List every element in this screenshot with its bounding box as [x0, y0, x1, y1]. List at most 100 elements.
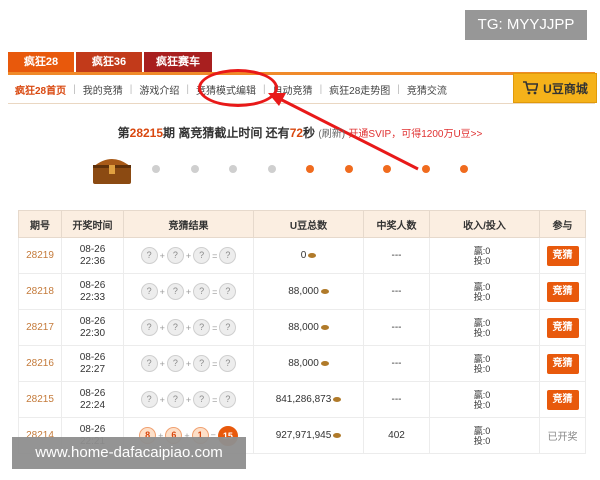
- current-period: 28215: [129, 126, 164, 140]
- guess-button[interactable]: 竞猜: [546, 245, 579, 266]
- total-value: 88,000: [288, 358, 319, 369]
- draw-clock: 22:27: [79, 363, 106, 375]
- progress-dot: [152, 165, 160, 173]
- period-cell: 28217: [18, 309, 62, 346]
- draw-clock: 22:24: [79, 399, 106, 411]
- period-cell: 28216: [18, 345, 62, 382]
- income-cell: 赢:0 投:0: [429, 309, 540, 346]
- progress-dot: [190, 165, 199, 173]
- winners-cell: ---: [363, 381, 430, 418]
- income-cell: 赢:0 投:0: [429, 273, 540, 310]
- income-cell: 赢:0 投:0: [429, 417, 540, 454]
- result-ball: ?: [140, 355, 158, 372]
- result-ball: ?: [140, 247, 158, 264]
- win-amount: 赢:0: [473, 353, 491, 364]
- countdown-unit: 秒: [303, 126, 316, 140]
- bet-amount: 投:0: [473, 327, 491, 338]
- draw-date: 08-26: [79, 279, 106, 291]
- operator: =: [212, 394, 218, 405]
- bet-amount: 投:0: [473, 291, 491, 302]
- draw-time-cell: 08-26 22:30: [61, 309, 124, 346]
- guess-button[interactable]: 竞猜: [546, 317, 579, 338]
- countdown-text: 期 离竞猜截止时间 还有: [163, 126, 290, 140]
- tg-watermark: TG: MYYJJPP: [465, 10, 587, 40]
- draw-date: 08-26: [79, 387, 106, 399]
- operator: +: [159, 250, 165, 261]
- svip-promo-link[interactable]: 开通SVIP，可得1200万U豆>>: [348, 129, 482, 140]
- treasure-chest-icon: [93, 159, 131, 184]
- refresh-link[interactable]: (刷新): [318, 129, 345, 140]
- table-row: 28219 08-26 22:36? +? +? =? 0 --- 赢:0 投:0 竞猜: [18, 237, 586, 274]
- coin-icon: [333, 396, 342, 402]
- progress-dot: [460, 165, 468, 173]
- draw-clock: 22:30: [79, 327, 106, 339]
- winners-cell: 402: [363, 417, 430, 454]
- draw-time-cell: 08-26 22:27: [61, 345, 124, 382]
- operator: +: [159, 286, 165, 297]
- operator: =: [212, 358, 218, 369]
- total-cell: 841,286,873: [253, 381, 364, 418]
- total-value: 0: [300, 250, 307, 261]
- total-value: 841,286,873: [275, 394, 332, 405]
- action-cell: 竞猜: [539, 345, 586, 382]
- guess-button[interactable]: 竞猜: [546, 281, 579, 302]
- progress-dot: [421, 165, 430, 173]
- action-cell: 已开奖: [539, 417, 586, 454]
- total-cell: 927,971,945: [253, 417, 364, 454]
- operator: +: [185, 322, 192, 333]
- income-cell: 赢:0 投:0: [429, 345, 540, 382]
- countdown-line: 第28215期 离竞猜截止时间 还有72秒 (刷新) 开通SVIP，可得1200…: [0, 124, 600, 141]
- drawn-status: 已开奖: [547, 432, 578, 443]
- draw-time-cell: 08-26 22:33: [61, 273, 124, 310]
- guess-table: 期号 开奖时间 竞猜结果 U豆总数 中奖人数 收入/投入 参与 28219 08-…: [18, 210, 586, 454]
- countdown-prefix: 第: [117, 126, 130, 140]
- result-ball: ?: [219, 247, 237, 264]
- result-ball: ?: [166, 391, 184, 408]
- draw-clock: 22:36: [79, 255, 106, 267]
- operator: +: [185, 358, 192, 369]
- winners-cell: ---: [363, 345, 430, 382]
- progress-dot: [344, 165, 353, 173]
- col-result: 竞猜结果: [123, 210, 254, 238]
- total-cell: 88,000: [253, 273, 364, 310]
- result-ball: ?: [140, 283, 158, 300]
- action-cell: 竞猜: [539, 381, 586, 418]
- result-ball: ?: [219, 355, 237, 372]
- win-amount: 赢:0: [473, 317, 491, 328]
- win-amount: 赢:0: [473, 245, 491, 256]
- result-ball: ?: [166, 247, 184, 264]
- result-cell: ? +? +? =?: [123, 237, 254, 274]
- total-value: 927,971,945: [275, 430, 332, 441]
- result-ball: ?: [166, 319, 184, 336]
- operator: =: [212, 250, 218, 261]
- operator: +: [185, 394, 192, 405]
- guess-button[interactable]: 竞猜: [546, 389, 579, 410]
- result-ball: ?: [219, 391, 237, 408]
- guess-button[interactable]: 竞猜: [546, 353, 579, 374]
- total-cell: 88,000: [253, 345, 364, 382]
- operator: =: [212, 322, 218, 333]
- draw-time-cell: 08-26 22:36: [61, 237, 124, 274]
- winners-cell: ---: [363, 273, 430, 310]
- draw-date: 08-26: [79, 315, 106, 327]
- progress-dot: [383, 165, 391, 173]
- result-ball: ?: [193, 355, 211, 372]
- draw-clock: 22:33: [79, 291, 106, 303]
- coin-icon: [320, 360, 329, 366]
- action-cell: 竞猜: [539, 309, 586, 346]
- table-row: 28215 08-26 22:24? +? +? =? 841,286,873 --- 赢:0 投…: [18, 381, 586, 418]
- progress-dot: [267, 165, 276, 173]
- coin-icon: [308, 252, 317, 258]
- progress-dot: [306, 165, 314, 173]
- result-ball: ?: [140, 391, 158, 408]
- income-cell: 赢:0 投:0: [429, 237, 540, 274]
- winners-cell: ---: [363, 309, 430, 346]
- winners-cell: ---: [363, 237, 430, 274]
- period-cell: 28218: [18, 273, 62, 310]
- result-ball: ?: [219, 283, 237, 300]
- win-amount: 赢:0: [473, 281, 491, 292]
- draw-time-cell: 08-26 22:24: [61, 381, 124, 418]
- progress-dot: [229, 165, 237, 173]
- coin-icon: [320, 288, 329, 294]
- operator: +: [159, 322, 165, 333]
